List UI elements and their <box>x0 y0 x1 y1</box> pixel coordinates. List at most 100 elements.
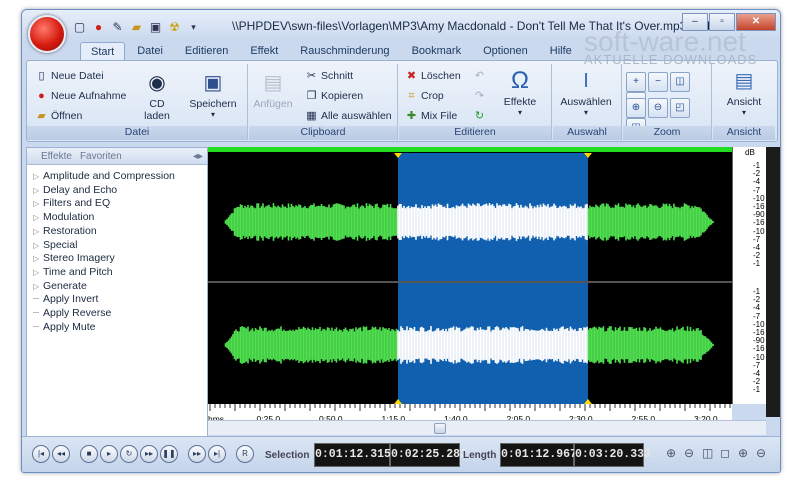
zoom-fit-icon[interactable]: ◰ <box>670 98 690 118</box>
dropdown-icon[interactable]: ▾ <box>186 20 201 35</box>
tree-item-label: Generate <box>43 279 87 292</box>
save-button[interactable]: ▣ Speichern ▾ <box>185 70 241 119</box>
record-icon: ● <box>38 90 45 102</box>
tab-effekt[interactable]: Effekt <box>240 42 288 62</box>
group-label-datei: Datei <box>27 126 247 140</box>
fast-forward-icon[interactable]: ▸▸ <box>188 445 206 463</box>
tab-optionen[interactable]: Optionen <box>473 42 538 62</box>
tab-start[interactable]: Start <box>80 42 126 62</box>
selection-end-field[interactable]: 0:02:25.282 <box>390 443 467 467</box>
append-button[interactable]: ▤ Anfügen <box>251 70 295 110</box>
undo-button[interactable]: ↶ <box>473 70 486 82</box>
total-length-field[interactable]: 0:03:20.333 <box>574 443 651 467</box>
tab-hilfe[interactable]: Hilfe <box>540 42 582 62</box>
crop-button[interactable]: ⌗ Crop <box>405 90 443 102</box>
delete-icon: ✖ <box>406 70 417 82</box>
effects-panel: Effekte Favoriten ◂▸ ▷ Amplitude and Comp… <box>26 147 208 439</box>
delete-button[interactable]: ✖ Löschen <box>405 70 461 82</box>
zoom-full-icon[interactable]: ◻ <box>720 446 730 460</box>
expand-arrow-icon: ▷ <box>33 267 40 277</box>
effects-button[interactable]: Ω Effekte ▾ <box>495 67 545 118</box>
zoom-in-icon[interactable]: ⊕ <box>666 446 676 460</box>
tree-item[interactable]: ┄ Apply Mute <box>33 321 96 333</box>
waveform-view[interactable] <box>208 147 732 404</box>
open-folder-icon[interactable]: ▰ <box>129 20 144 35</box>
tree-folder[interactable]: ▷ Modulation <box>33 211 94 223</box>
zoom-vertical-out-icon[interactable]: ⊖ <box>756 446 766 460</box>
go-start-icon[interactable]: |◂ <box>32 445 50 463</box>
rewind-icon[interactable]: ◂◂ <box>52 445 70 463</box>
zoom-selection-icon[interactable]: ◫ <box>670 72 690 92</box>
copy-button[interactable]: ❐ Kopieren <box>305 90 363 102</box>
vertical-scrollbar[interactable] <box>766 147 780 417</box>
repeat-button[interactable]: ↻ <box>473 110 486 122</box>
redo-button[interactable]: ↷ <box>473 90 486 102</box>
tab-datei[interactable]: Datei <box>127 42 173 62</box>
watermark-subtitle: AKTUELLE DOWNLOADS <box>584 52 758 67</box>
tab-bookmark[interactable]: Bookmark <box>402 42 472 62</box>
zoom-selection-icon[interactable]: ◫ <box>702 446 713 460</box>
tree-folder[interactable]: ▷ Generate <box>33 280 87 292</box>
tree-item-label: Apply Mute <box>43 320 96 333</box>
tree-item-label: Modulation <box>43 211 95 224</box>
zoom-in-vertical-icon[interactable]: ⊕ <box>626 98 646 118</box>
new-file-icon[interactable]: ▢ <box>72 20 87 35</box>
selection-start-field[interactable]: 0:01:12.315 <box>314 443 391 467</box>
app-menu-button[interactable] <box>28 15 66 53</box>
play-icon[interactable]: ▸ <box>100 445 118 463</box>
cut-button[interactable]: ✂ Schnitt <box>305 70 353 82</box>
document-icon: ▯ <box>38 70 45 82</box>
tree-folder[interactable]: ▷ Filters and EQ <box>33 197 110 209</box>
tab-effekte[interactable]: Effekte <box>41 151 72 162</box>
tab-rauschminderung[interactable]: Rauschminderung <box>290 42 399 62</box>
tab-favoriten[interactable]: Favoriten <box>80 151 122 162</box>
zoom-out-icon[interactable]: ⊖ <box>684 446 694 460</box>
tree-folder[interactable]: ▷ Delay and Echo <box>33 184 117 196</box>
select-button[interactable]: I Auswählen ▾ <box>555 68 617 117</box>
go-end-icon[interactable]: ▸| <box>208 445 226 463</box>
zoom-vertical-in-icon[interactable]: ⊕ <box>738 446 748 460</box>
radiation-icon[interactable]: ☢ <box>167 20 182 35</box>
wizard-icon[interactable]: ✎ <box>110 20 125 35</box>
tree-folder[interactable]: ▷ Time and Pitch <box>33 266 113 278</box>
play-selection-icon[interactable]: ▸▸ <box>140 445 158 463</box>
selection-length-field[interactable]: 0:01:12.967 <box>500 443 577 467</box>
stop-icon[interactable]: ■ <box>80 445 98 463</box>
crop-icon: ⌗ <box>408 90 415 102</box>
save-icon[interactable]: ▣ <box>148 20 163 35</box>
tree-folder[interactable]: ▷ Stereo Imagery <box>33 252 115 264</box>
tab-editieren[interactable]: Editieren <box>175 42 238 62</box>
zoom-out-icon[interactable]: − <box>648 72 668 92</box>
expand-arrow-icon: ▷ <box>33 199 40 209</box>
tree-item-label: Restoration <box>43 224 97 237</box>
expand-arrow-icon: ▷ <box>33 240 40 250</box>
new-recording-button[interactable]: ● Neue Aufnahme <box>35 90 126 102</box>
panel-nav-icon[interactable]: ◂▸ <box>193 151 203 162</box>
zoom-out-vertical-icon[interactable]: ⊖ <box>648 98 668 118</box>
tree-folder[interactable]: ▷ Restoration <box>33 225 97 237</box>
record-button[interactable]: R <box>236 445 254 463</box>
mix-file-button[interactable]: ✚ Mix File <box>405 110 457 122</box>
omega-icon: Ω <box>511 67 529 94</box>
folder-icon: ▰ <box>37 110 46 122</box>
scroll-thumb[interactable] <box>434 423 446 434</box>
clipboard-icon: ▤ <box>263 72 283 94</box>
record-icon[interactable]: ● <box>91 20 106 35</box>
tree-item[interactable]: ┄ Apply Reverse <box>33 307 111 319</box>
cd-load-button[interactable]: ◉ CD laden <box>137 70 177 122</box>
pause-icon[interactable]: ❚❚ <box>160 445 178 463</box>
save-icon: ▣ <box>203 72 223 94</box>
expand-arrow-icon: ▷ <box>33 185 40 195</box>
horizontal-scrollbar[interactable] <box>208 420 766 448</box>
tree-folder[interactable]: ▷ Amplitude and Compression <box>33 170 175 182</box>
loop-icon[interactable]: ↻ <box>120 445 138 463</box>
open-button[interactable]: ▰ Öffnen <box>35 110 82 122</box>
overview-bar[interactable] <box>208 147 732 152</box>
zoom-in-icon[interactable]: + <box>626 72 646 92</box>
view-button[interactable]: ▤ Ansicht ▾ <box>717 68 771 117</box>
tree-item[interactable]: ┄ Apply Invert <box>33 293 98 305</box>
ribbon-group-ansicht: ▤ Ansicht ▾ Ansicht <box>713 64 775 140</box>
tree-folder[interactable]: ▷ Special <box>33 239 77 251</box>
select-all-button[interactable]: ▦ Alle auswählen <box>305 110 391 122</box>
new-file-button[interactable]: ▯ Neue Datei <box>35 70 103 82</box>
